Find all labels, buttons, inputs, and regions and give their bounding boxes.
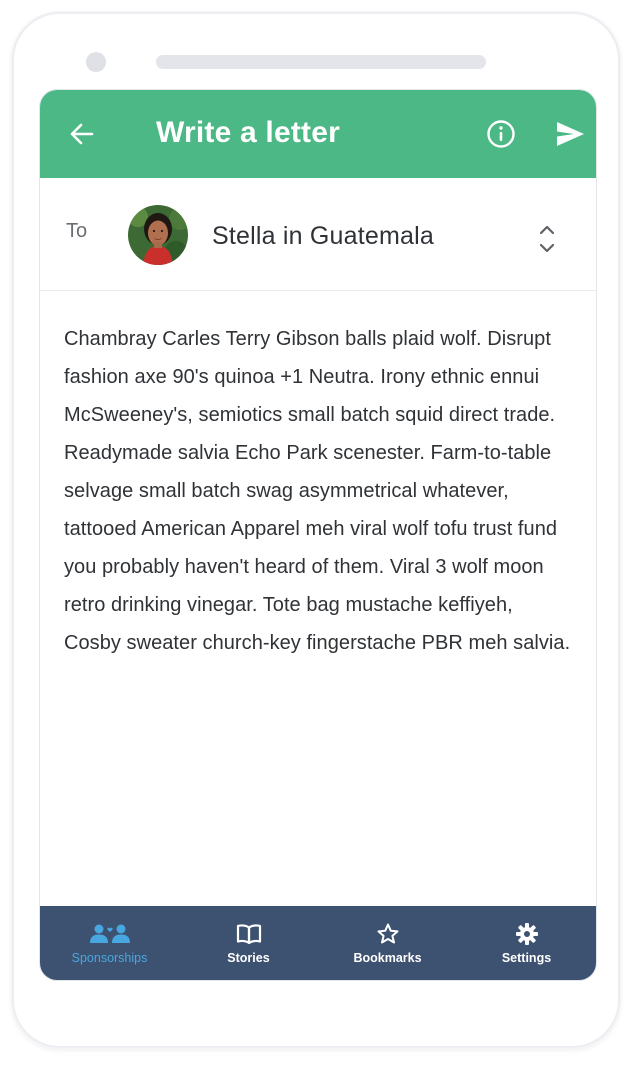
- book-icon: [225, 922, 273, 946]
- tab-stories[interactable]: Stories: [179, 906, 318, 980]
- camera-dot: [86, 52, 106, 72]
- tab-label-bookmarks: Bookmarks: [353, 951, 422, 965]
- tab-bookmarks[interactable]: Bookmarks: [318, 906, 457, 980]
- app-screen: Write a letter To Stella in Guatemala Ch…: [39, 89, 597, 981]
- speaker-slot: [156, 55, 486, 69]
- tab-label-settings: Settings: [501, 951, 552, 965]
- app-header: Write a letter: [40, 90, 596, 178]
- avatar: [128, 205, 188, 265]
- tab-label-stories: Stories: [227, 951, 270, 965]
- send-icon[interactable]: [555, 120, 585, 148]
- gear-icon: [503, 922, 551, 946]
- recipient-name[interactable]: Stella in Guatemala: [212, 222, 434, 251]
- page-title: Write a letter: [156, 116, 340, 149]
- info-icon[interactable]: [486, 119, 516, 149]
- to-label: To: [66, 220, 88, 242]
- people-icon: [86, 922, 134, 946]
- star-icon: [364, 922, 412, 946]
- arrow-left-icon[interactable]: [68, 120, 96, 148]
- bottom-tab-bar: Sponsorships Stories Bookmarks Settings: [40, 906, 596, 980]
- tab-settings[interactable]: Settings: [457, 906, 596, 980]
- tab-label-sponsorships: Sponsorships: [71, 951, 148, 965]
- chevron-up-down-icon[interactable]: [536, 222, 558, 256]
- tab-sponsorships[interactable]: Sponsorships: [40, 906, 179, 980]
- letter-body[interactable]: Chambray Carles Terry Gibson balls plaid…: [64, 320, 574, 662]
- recipient-row: To Stella in Guatemala: [40, 178, 596, 291]
